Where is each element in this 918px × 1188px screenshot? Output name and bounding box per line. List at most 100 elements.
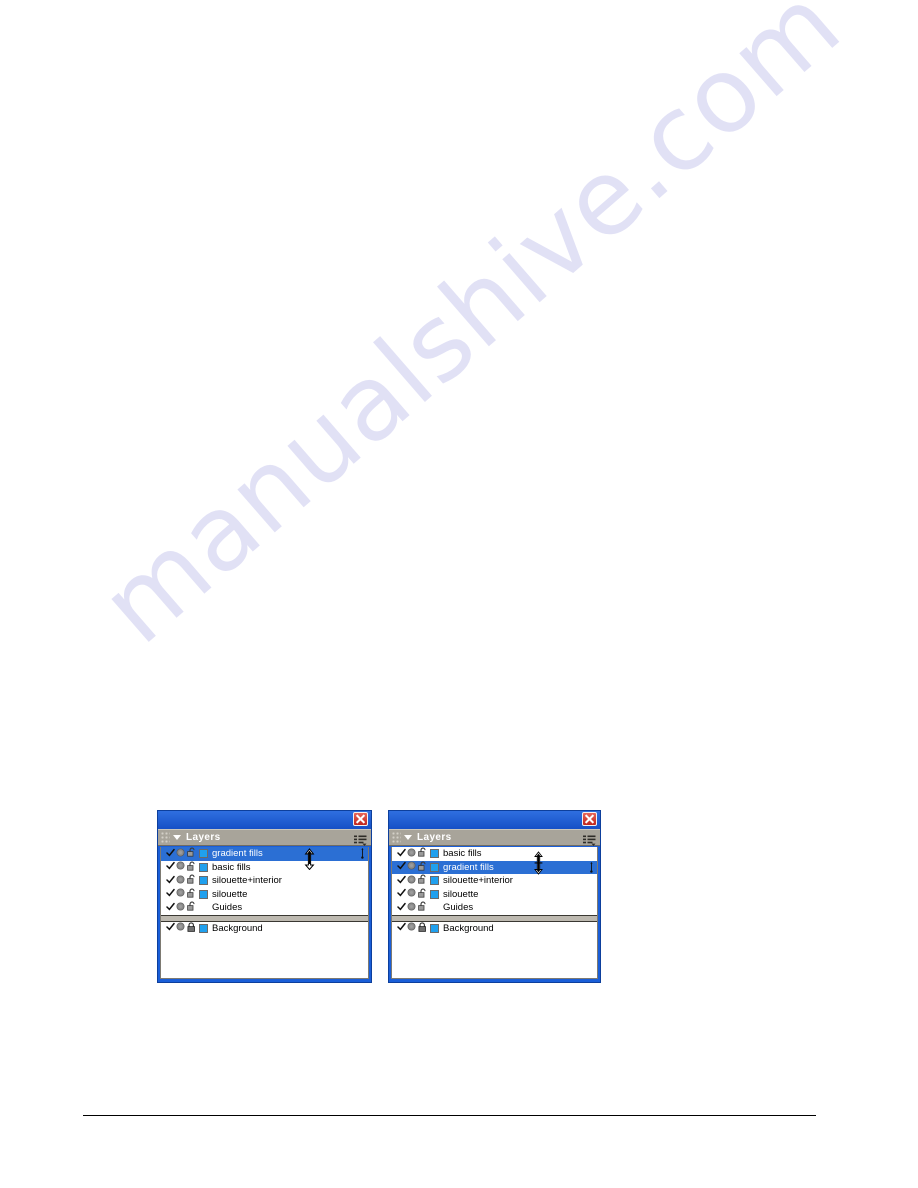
unlocked-padlock-icon[interactable]: [417, 901, 428, 914]
locked-padlock-icon[interactable]: [417, 922, 428, 935]
visibility-icon[interactable]: [175, 888, 186, 900]
layer-name: basic fills: [443, 848, 482, 859]
layer-row[interactable]: Background: [161, 922, 368, 936]
watermark-text: manualshive.com: [77, 0, 864, 668]
layers-panel-after: Layers basic fills gradient fills silouette…: [388, 810, 601, 983]
check-icon[interactable]: [396, 861, 406, 873]
layers-list[interactable]: basic fills gradient fills silouette+inter…: [391, 847, 598, 979]
layer-color-swatch: [430, 849, 439, 859]
check-icon[interactable]: [165, 922, 175, 934]
layer-name: silouette+interior: [443, 875, 513, 886]
layer-color-swatch: [430, 889, 439, 899]
footer-divider: [83, 1115, 816, 1116]
layer-row[interactable]: basic fills: [161, 861, 368, 875]
close-icon[interactable]: [353, 812, 368, 826]
layer-color-swatch: [430, 903, 439, 912]
page-watermark: manualshive.com: [0, 0, 918, 1188]
visibility-icon[interactable]: [406, 888, 417, 900]
gripper-icon[interactable]: [161, 831, 170, 844]
layer-row[interactable]: Background: [392, 922, 597, 936]
check-icon[interactable]: [396, 848, 406, 860]
layer-color-swatch: [430, 862, 439, 872]
layer-color-swatch: [199, 903, 208, 912]
layer-row[interactable]: silouette: [161, 888, 368, 902]
layer-name: silouette: [212, 888, 248, 900]
visibility-icon[interactable]: [406, 848, 417, 860]
layer-marker-icon: [588, 861, 595, 873]
layer-row[interactable]: silouette+interior: [392, 874, 597, 888]
unlocked-padlock-icon[interactable]: [186, 901, 197, 914]
layer-color-swatch: [199, 889, 208, 899]
layer-marker-icon: [359, 848, 366, 859]
layer-group: Background: [392, 922, 597, 936]
layer-name: silouette+interior: [212, 875, 282, 886]
layer-group: gradient fills basic fills silouette+inter…: [161, 847, 368, 915]
layer-color-swatch: [199, 849, 208, 859]
layer-group: Background: [161, 922, 368, 936]
panel-title: Layers: [186, 831, 221, 843]
chevron-down-icon[interactable]: [173, 835, 181, 840]
panel-header: Layers: [158, 829, 371, 846]
layers-list[interactable]: gradient fills basic fills silouette+inter…: [160, 847, 369, 979]
unlocked-padlock-icon[interactable]: [417, 847, 428, 860]
check-icon[interactable]: [396, 902, 406, 914]
panel-options-icon[interactable]: [354, 833, 367, 846]
check-icon[interactable]: [165, 902, 175, 914]
check-icon[interactable]: [165, 888, 175, 900]
layer-color-swatch: [199, 923, 208, 933]
check-icon[interactable]: [396, 922, 406, 934]
visibility-icon[interactable]: [175, 875, 186, 887]
layer-group: basic fills gradient fills silouette+inter…: [392, 847, 597, 915]
layer-row[interactable]: gradient fills: [161, 847, 368, 861]
visibility-icon[interactable]: [175, 902, 186, 914]
unlocked-padlock-icon[interactable]: [186, 861, 197, 874]
unlocked-padlock-icon[interactable]: [417, 861, 428, 874]
visibility-icon[interactable]: [406, 861, 417, 873]
visibility-icon[interactable]: [175, 861, 186, 873]
layer-name: silouette: [443, 888, 479, 900]
layer-row[interactable]: silouette: [392, 888, 597, 902]
layer-row[interactable]: silouette+interior: [161, 874, 368, 888]
unlocked-padlock-icon[interactable]: [186, 874, 197, 887]
layers-panel-before: Layers gradient fills basic fills silouette…: [157, 810, 372, 983]
unlocked-padlock-icon[interactable]: [186, 888, 197, 901]
check-icon[interactable]: [396, 888, 406, 900]
visibility-icon[interactable]: [406, 902, 417, 914]
layer-name: Guides: [443, 902, 474, 913]
visibility-icon[interactable]: [175, 922, 186, 934]
layer-color-swatch: [199, 876, 208, 886]
check-icon[interactable]: [165, 861, 175, 873]
layer-name: gradient fills: [443, 861, 494, 873]
visibility-icon[interactable]: [406, 875, 417, 887]
panel-options-icon[interactable]: [583, 833, 596, 846]
layer-group-separator: [392, 914, 597, 922]
visibility-icon[interactable]: [175, 848, 186, 860]
layer-row[interactable]: Guides: [161, 901, 368, 915]
layer-row[interactable]: Guides: [392, 901, 597, 915]
close-icon[interactable]: [582, 812, 597, 826]
layer-color-swatch: [199, 862, 208, 872]
visibility-icon[interactable]: [406, 922, 417, 934]
unlocked-padlock-icon[interactable]: [417, 888, 428, 901]
layer-group-separator: [161, 914, 368, 922]
layer-row[interactable]: basic fills: [392, 847, 597, 861]
check-icon[interactable]: [165, 875, 175, 887]
panel-title-bar[interactable]: [389, 811, 600, 829]
locked-padlock-icon[interactable]: [186, 922, 197, 935]
gripper-icon[interactable]: [392, 831, 401, 844]
check-icon[interactable]: [165, 848, 175, 860]
layer-name: Background: [443, 922, 494, 934]
chevron-down-icon[interactable]: [404, 835, 412, 840]
panel-header: Layers: [389, 829, 600, 846]
unlocked-padlock-icon[interactable]: [186, 847, 197, 860]
layer-name: Guides: [212, 902, 243, 913]
layer-color-swatch: [430, 876, 439, 886]
panel-title: Layers: [417, 831, 452, 843]
check-icon[interactable]: [396, 875, 406, 887]
unlocked-padlock-icon[interactable]: [417, 874, 428, 887]
layer-row[interactable]: gradient fills: [392, 860, 597, 874]
layer-name: basic fills: [212, 861, 251, 873]
layer-name: gradient fills: [212, 848, 263, 859]
layer-color-swatch: [430, 923, 439, 933]
panel-title-bar[interactable]: [158, 811, 371, 829]
